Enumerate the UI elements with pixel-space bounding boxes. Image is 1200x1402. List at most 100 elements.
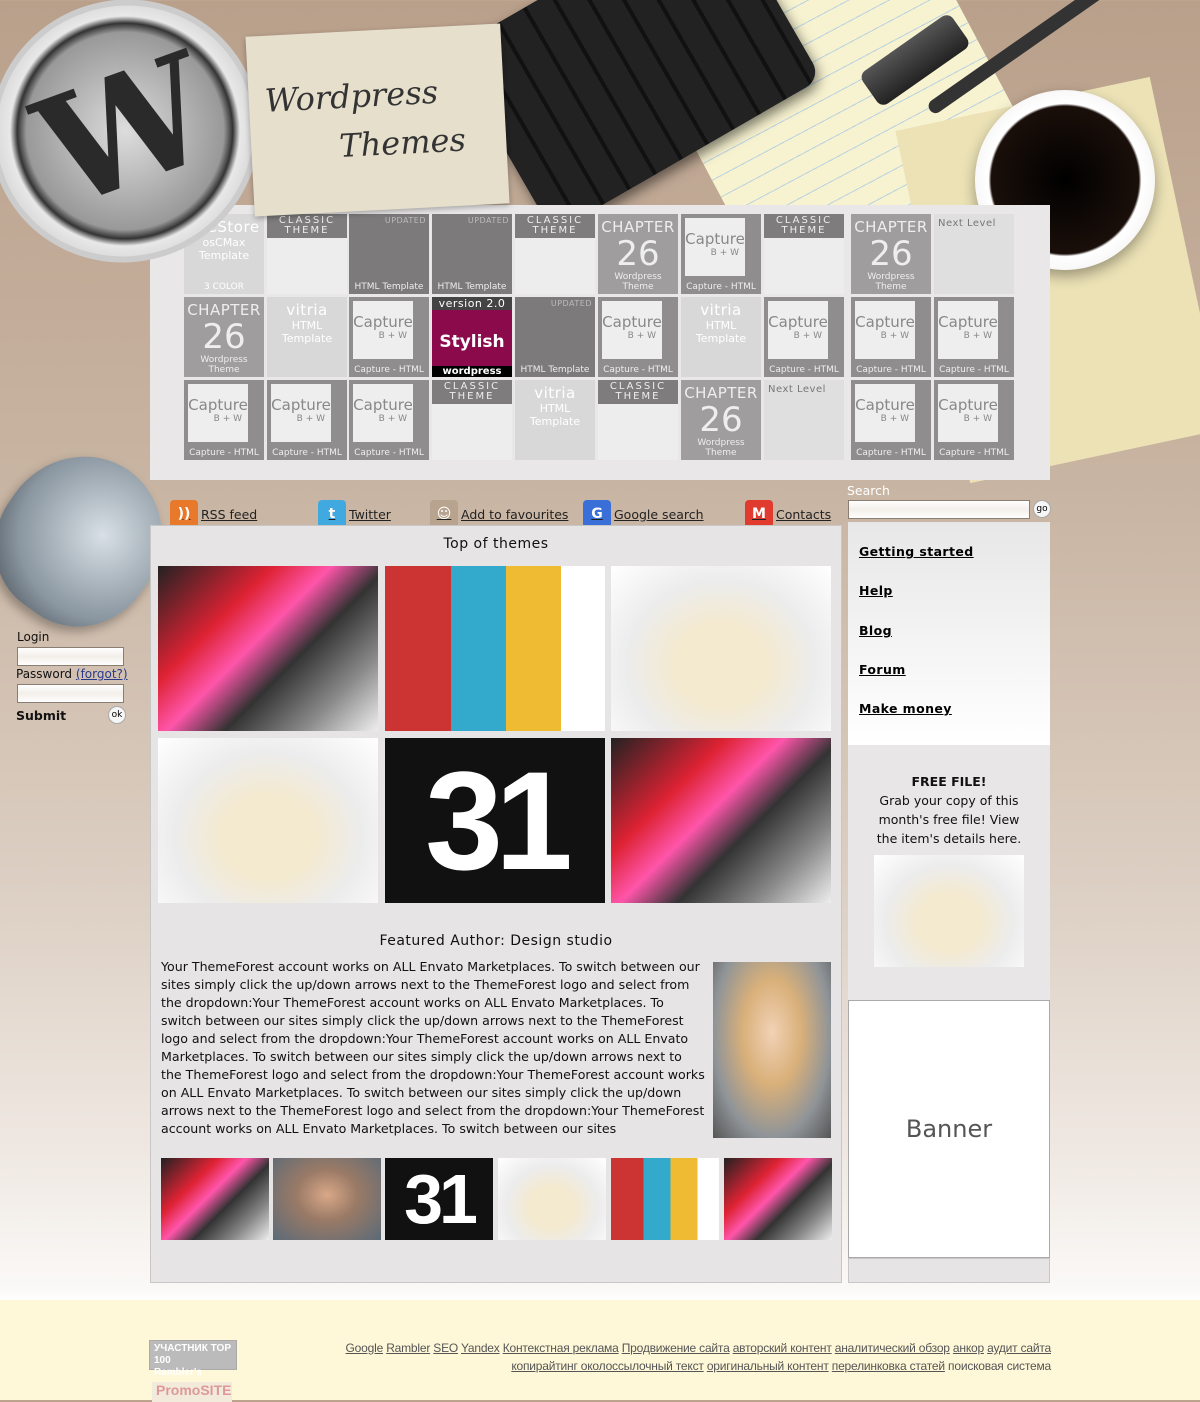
tile-caption: Capture - HTML xyxy=(686,282,756,292)
promosite-badge[interactable]: PromoSITE xyxy=(152,1382,232,1402)
capture-preview: Capture B + W xyxy=(855,301,915,359)
theme-tile[interactable]: Next Level xyxy=(934,214,1014,294)
footer-link[interactable]: перелинковка статей xyxy=(832,1359,945,1373)
capture-preview: Capture B + W xyxy=(188,384,248,442)
nav-rss-feed[interactable]: )) RSS feed xyxy=(170,500,257,528)
login-input[interactable] xyxy=(17,647,124,666)
theme-tile[interactable]: Capture B + W Capture - HTML xyxy=(934,297,1014,377)
footer-link[interactable]: анкор xyxy=(953,1341,984,1355)
tile-caption: Capture - HTML xyxy=(354,365,424,375)
theme-tile[interactable]: Capture B + W Capture - HTML xyxy=(598,297,678,377)
theme-tile[interactable]: CHAPTER 26 Wordpress Theme xyxy=(184,297,264,377)
theme-tile[interactable]: Capture B + W Capture - HTML xyxy=(349,380,429,460)
footer-link[interactable]: SEO xyxy=(433,1341,458,1355)
search-label: Search xyxy=(847,483,890,498)
theme-tile[interactable]: vitria HTML Template xyxy=(515,380,595,460)
theme-tile[interactable]: CLASSIC THEME xyxy=(764,214,844,294)
theme-tile[interactable]: CHAPTER 26 Wordpress Theme xyxy=(598,214,678,294)
theme-preview-image[interactable] xyxy=(158,738,378,903)
tile-subtitle: B + W xyxy=(378,414,407,424)
link-forum[interactable]: Forum xyxy=(859,662,906,677)
tile-title: UPDATED xyxy=(550,299,592,308)
site-title-line1: Wordpress xyxy=(263,72,439,120)
theme-tile[interactable]: CLASSIC THEME xyxy=(432,380,512,460)
search-go-button[interactable]: go xyxy=(1033,500,1051,518)
capture-preview: Capture B + W xyxy=(855,384,915,442)
tile-subtitle: B + W xyxy=(963,414,992,424)
theme-tile[interactable]: Capture B + W Capture - HTML xyxy=(349,297,429,377)
tile-caption: 3 COLOR xyxy=(204,282,244,292)
theme-tile[interactable]: CLASSIC THEME xyxy=(598,380,678,460)
theme-tile[interactable]: Capture B + W Capture - HTML xyxy=(764,297,844,377)
theme-tile[interactable]: CHAPTER 26 Wordpress Theme xyxy=(681,380,761,460)
theme-tile[interactable]: Capture B + W Capture - HTML xyxy=(851,380,931,460)
link-getting-started[interactable]: Getting started xyxy=(859,544,974,559)
featured-author-text: Your ThemeForest account works on ALL En… xyxy=(161,959,705,1136)
google-icon: G xyxy=(583,500,611,528)
theme-preview-image[interactable] xyxy=(385,566,605,731)
tile-title: CLASSIC THEME xyxy=(598,380,678,404)
password-input[interactable] xyxy=(17,684,124,703)
tile-caption: Wordpress Theme xyxy=(697,438,745,458)
strip-thumbnail[interactable] xyxy=(161,1158,269,1240)
strip-thumbnail[interactable] xyxy=(724,1158,832,1240)
theme-tile[interactable]: CLASSIC THEME xyxy=(515,214,595,294)
search-input[interactable] xyxy=(848,500,1030,519)
tile-title: Capture xyxy=(271,396,331,414)
tile-title: Capture xyxy=(353,313,413,331)
link-make-money[interactable]: Make money xyxy=(859,701,952,716)
tile-caption: Capture - HTML xyxy=(603,365,673,375)
theme-tile[interactable]: Capture B + W Capture - HTML xyxy=(184,380,264,460)
theme-tile[interactable]: vitria HTML Template xyxy=(681,297,761,377)
theme-tile[interactable]: Capture B + W Capture - HTML xyxy=(681,214,761,294)
footer-link[interactable]: авторский контент xyxy=(733,1341,832,1355)
strip-thumbnail[interactable] xyxy=(498,1158,606,1240)
footer-link[interactable]: аналитический обзор xyxy=(835,1341,950,1355)
site-title-line2: Themes xyxy=(338,120,467,166)
author-portrait[interactable] xyxy=(713,962,831,1138)
forgot-password-link[interactable]: (forgot?) xyxy=(76,667,128,681)
link-blog[interactable]: Blog xyxy=(859,623,892,638)
theme-preview-image[interactable] xyxy=(611,738,831,903)
footer-link[interactable]: Rambler xyxy=(386,1341,430,1355)
footer-link[interactable]: копирайтинг околоссылочный текст xyxy=(511,1359,704,1373)
nav-label: Contacts xyxy=(776,506,832,522)
theme-preview-image[interactable]: 31 xyxy=(385,738,605,903)
footer-link[interactable]: Контекстная реклама xyxy=(503,1341,619,1355)
banner[interactable]: Banner xyxy=(848,1000,1050,1258)
theme-tile[interactable]: UPDATED HTML Template xyxy=(515,297,595,377)
login-ok-button[interactable]: ok xyxy=(108,706,126,724)
strip-thumbnail[interactable]: 31 xyxy=(385,1158,493,1240)
tile-title: version 2.0 xyxy=(432,297,512,310)
footer-link[interactable]: Продвижение сайта xyxy=(622,1341,730,1355)
strip-thumbnail[interactable] xyxy=(273,1158,381,1240)
theme-preview-image[interactable] xyxy=(611,566,831,731)
nav-contacts[interactable]: M Contacts xyxy=(745,500,831,528)
theme-tile[interactable]: CLASSIC THEME xyxy=(267,214,347,294)
link-help[interactable]: Help xyxy=(859,583,893,598)
nav-google-search[interactable]: G Google search xyxy=(583,500,704,528)
rambler-top100-badge[interactable]: УЧАСТНИК TOP 100 Rambler's xyxy=(149,1340,237,1378)
footer-link[interactable]: оригинальный контент xyxy=(707,1359,829,1373)
theme-tile[interactable]: version 2.0 Stylish wordpress xyxy=(432,297,512,377)
nav-add-to-favourites[interactable]: ☺ Add to favourites xyxy=(430,500,568,528)
tile-title: CLASSIC THEME xyxy=(515,214,595,238)
theme-preview-image[interactable] xyxy=(158,566,378,731)
theme-tile[interactable]: UPDATED HTML Template xyxy=(432,214,512,294)
theme-tile[interactable]: CHAPTER 26 Wordpress Theme xyxy=(851,214,931,294)
theme-tile[interactable]: UPDATED HTML Template xyxy=(349,214,429,294)
nav-twitter[interactable]: t Twitter xyxy=(318,500,391,528)
footer-link[interactable]: Yandex xyxy=(461,1341,500,1355)
theme-tile[interactable]: vitria HTML Template xyxy=(267,297,347,377)
theme-tile[interactable]: Capture B + W Capture - HTML xyxy=(851,297,931,377)
tile-subtitle: B + W xyxy=(627,331,656,341)
strip-thumbnail[interactable] xyxy=(611,1158,719,1240)
theme-tile[interactable]: Capture B + W Capture - HTML xyxy=(934,380,1014,460)
footer-link[interactable]: Google xyxy=(346,1341,384,1355)
footer-link[interactable]: аудит сайта xyxy=(987,1341,1051,1355)
theme-tile[interactable]: Next Level xyxy=(764,380,844,460)
free-file-box: FREE FILE! Grab your copy of this month'… xyxy=(848,745,1050,1000)
theme-tile[interactable]: Capture B + W Capture - HTML xyxy=(267,380,347,460)
tile-subtitle: B + W xyxy=(880,414,909,424)
free-file-image[interactable] xyxy=(874,855,1024,967)
